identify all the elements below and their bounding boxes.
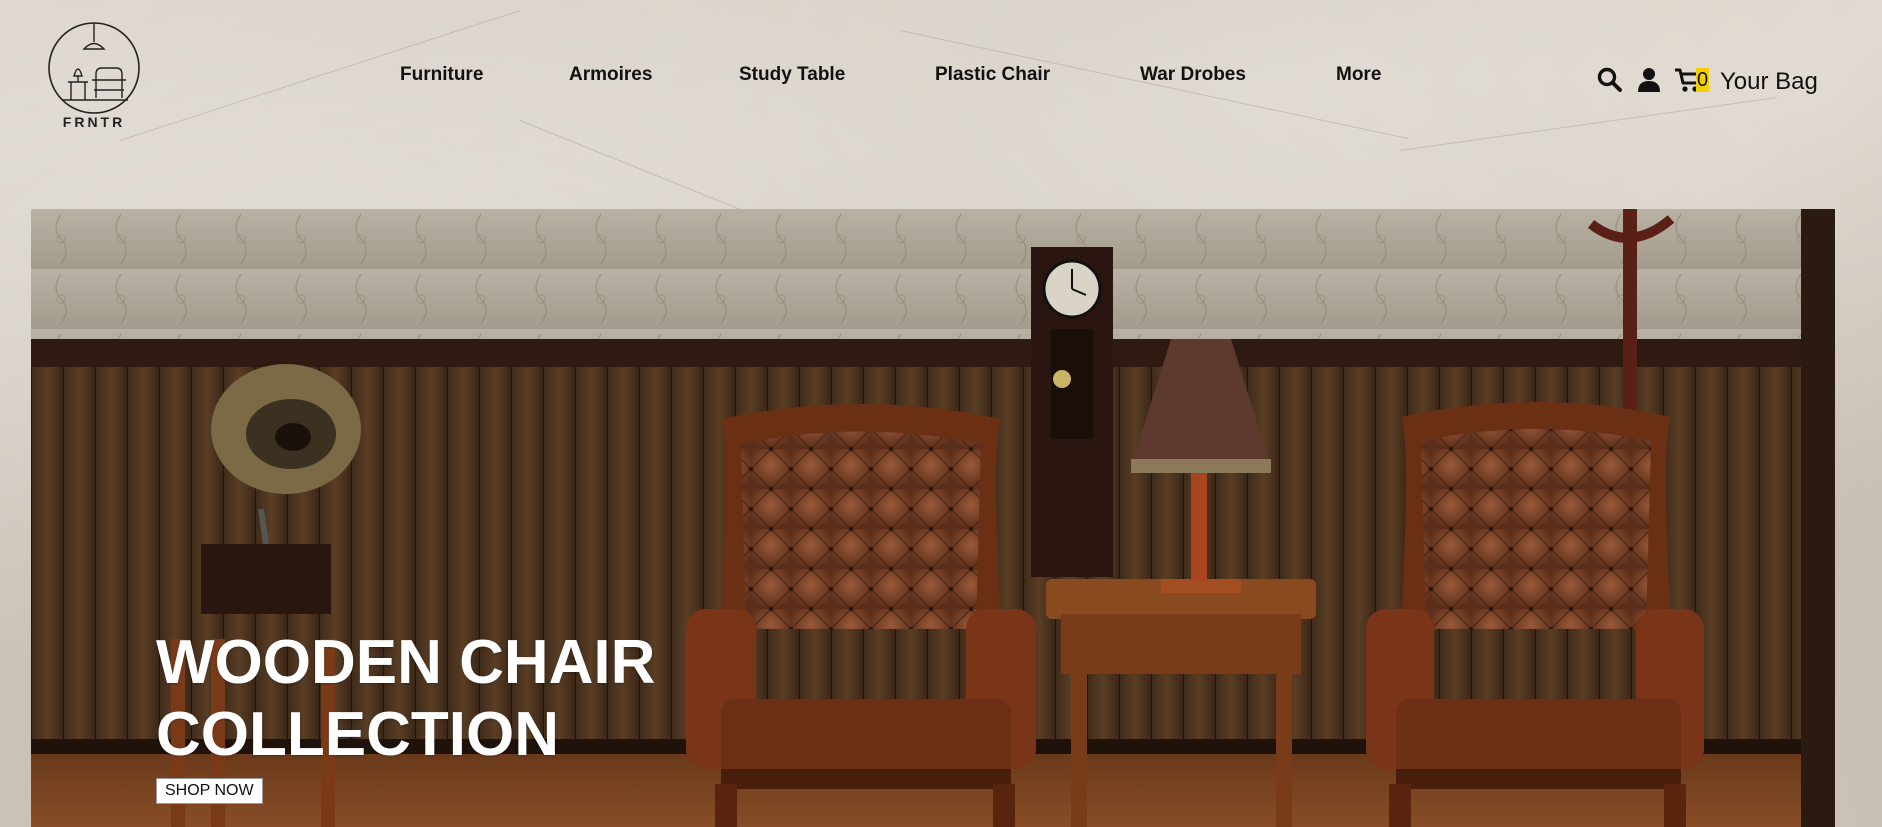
nav-item-plastic-chair[interactable]: Plastic Chair: [935, 64, 1050, 86]
search-icon[interactable]: [1596, 66, 1624, 94]
nav-item-more[interactable]: More: [1336, 64, 1381, 86]
brand-logo[interactable]: FRNTR: [44, 18, 144, 132]
nav-item-study-table[interactable]: Study Table: [739, 64, 845, 86]
nav-item-furniture[interactable]: Furniture: [400, 64, 483, 86]
hero-banner: WOODEN CHAIR COLLECTION SHOP NOW: [31, 209, 1835, 827]
nav-item-war-drobes[interactable]: War Drobes: [1140, 64, 1246, 86]
armchair-right: [1366, 402, 1704, 827]
nav-item-armoires[interactable]: Armoires: [569, 64, 652, 86]
cart-count-badge[interactable]: 0: [1696, 68, 1710, 92]
hero-title-line: COLLECTION: [156, 699, 559, 769]
hero-title: WOODEN CHAIR COLLECTION: [156, 627, 856, 771]
shop-now-button[interactable]: SHOP NOW: [156, 778, 263, 804]
user-icon[interactable]: [1636, 66, 1664, 94]
bag-link[interactable]: Your Bag: [1720, 68, 1818, 96]
site-header: FRNTR Furniture Armoires Study Table Pla…: [0, 0, 1882, 160]
hero-title-line: WOODEN CHAIR: [156, 627, 656, 697]
brand-name: FRNTR: [62, 114, 126, 130]
logo-mark-icon: [48, 22, 140, 114]
